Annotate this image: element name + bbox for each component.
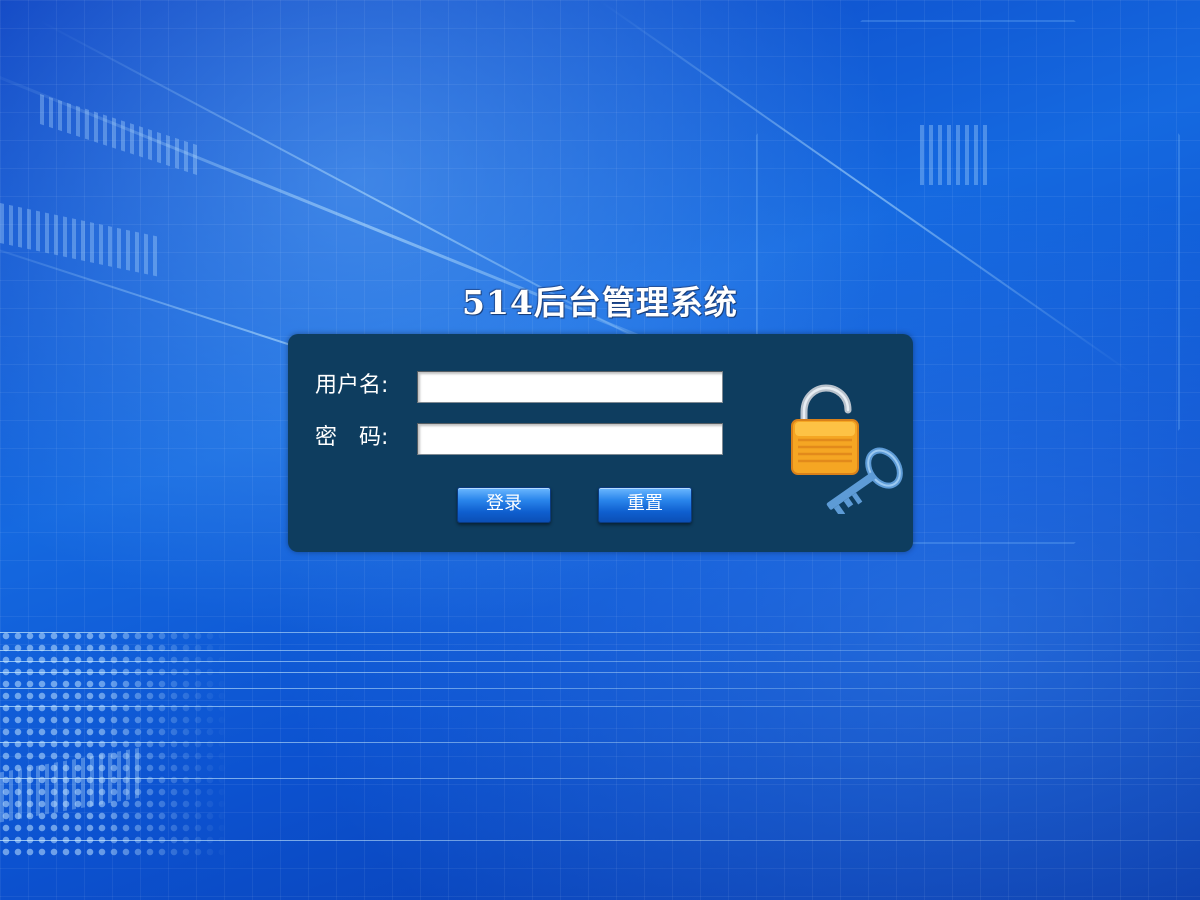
page-title: 514后台管理系统 <box>462 283 738 322</box>
background-line <box>0 650 1200 651</box>
padlock-open-icon <box>791 384 859 475</box>
background-line <box>0 661 1200 662</box>
lock-key-illustration <box>791 384 903 514</box>
login-button[interactable]: 登录 <box>457 487 551 523</box>
background-dot-pattern <box>0 630 230 860</box>
username-input[interactable] <box>417 371 723 403</box>
username-label: 用户名: <box>315 373 389 398</box>
background-line <box>0 778 1200 779</box>
background-line <box>0 632 1200 633</box>
background-line <box>0 688 1200 689</box>
password-label: 密 码: <box>315 425 389 450</box>
background-line <box>0 742 1200 743</box>
background-line <box>0 672 1200 673</box>
background-line <box>0 706 1200 707</box>
password-input[interactable] <box>417 423 723 455</box>
login-panel: 用户名: 密 码: 登录 重置 <box>288 334 913 552</box>
background-bars <box>920 125 990 185</box>
background-line <box>0 840 1200 841</box>
reset-button[interactable]: 重置 <box>598 487 692 523</box>
